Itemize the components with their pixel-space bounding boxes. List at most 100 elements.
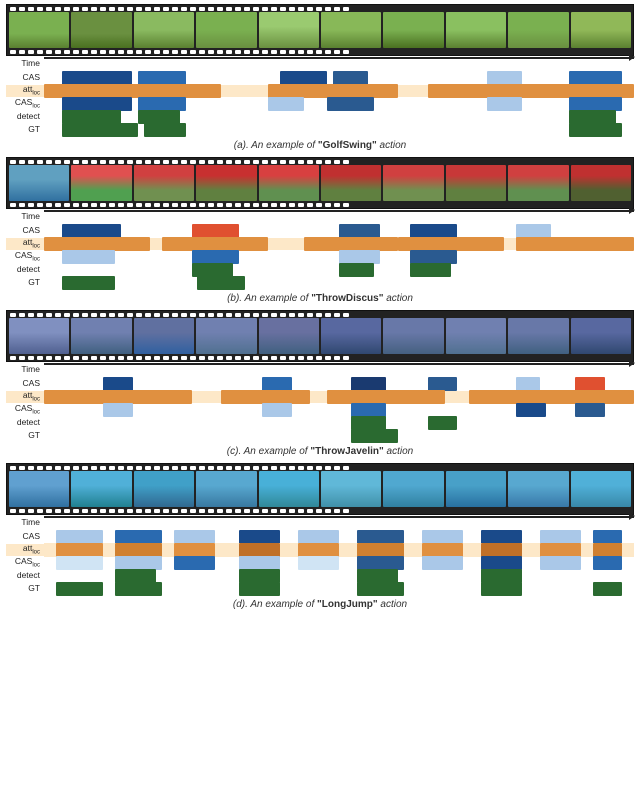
- filmstrip-hole: [244, 313, 250, 317]
- filmstrip-hole: [280, 50, 286, 54]
- filmstrip-frames: [9, 165, 631, 201]
- filmstrip-hole: [289, 313, 295, 317]
- filmstrip-hole: [190, 7, 196, 11]
- heat-segment: [569, 110, 616, 124]
- filmstrip-hole: [10, 7, 16, 11]
- heat-segment: [481, 530, 522, 544]
- filmstrip-hole: [46, 50, 52, 54]
- example-block-golf: Time CAS attloc: [6, 4, 634, 151]
- heat-segment: [339, 224, 380, 238]
- timeline-bar-container: [44, 98, 634, 110]
- filmstrip-hole: [118, 160, 124, 164]
- filmstrip-hole: [208, 313, 214, 317]
- filmstrip-hole: [226, 203, 232, 207]
- filmstrip-hole: [91, 313, 97, 317]
- heat-segment: [298, 530, 339, 544]
- filmstrip-hole: [19, 50, 25, 54]
- filmstrip-hole: [280, 7, 286, 11]
- filmstrip-hole: [55, 466, 61, 470]
- filmstrip-hole: [244, 50, 250, 54]
- film-frame: [508, 165, 568, 201]
- heat-segment: [351, 429, 398, 443]
- film-frame: [9, 12, 69, 48]
- row-label: Time: [6, 59, 44, 68]
- filmstrip-hole: [244, 356, 250, 360]
- filmstrip-hole: [145, 7, 151, 11]
- filmstrip-hole: [307, 509, 313, 513]
- heat-row: [44, 123, 634, 137]
- filmstrip-hole: [28, 313, 34, 317]
- filmstrip-hole: [334, 7, 340, 11]
- filmstrip-hole: [289, 356, 295, 360]
- heat-segment: [575, 377, 605, 391]
- heat-segment: [62, 110, 121, 124]
- filmstrip-hole: [298, 313, 304, 317]
- filmstrip-holes-bottom: [7, 508, 633, 513]
- filmstrip-hole: [28, 509, 34, 513]
- filmstrip-hole: [271, 356, 277, 360]
- filmstrip-hole: [226, 356, 232, 360]
- row-label: detect: [6, 418, 44, 427]
- example-caption: (b). An example of "ThrowDiscus" action: [6, 293, 634, 304]
- film-frame: [321, 471, 381, 507]
- filmstrip-hole: [46, 356, 52, 360]
- heat-segment: [56, 543, 103, 557]
- row-label: CASloc: [6, 404, 44, 416]
- filmstrip-hole: [199, 356, 205, 360]
- filmstrip-hole: [271, 313, 277, 317]
- film-frame: [321, 318, 381, 354]
- filmstrip-hole: [64, 356, 70, 360]
- filmstrip-hole: [181, 356, 187, 360]
- film-frame: [134, 12, 194, 48]
- filmstrip-hole: [10, 466, 16, 470]
- filmstrip-hole: [127, 203, 133, 207]
- heat-segment: [357, 543, 404, 557]
- film-frame: [9, 318, 69, 354]
- heat-segment: [115, 582, 162, 596]
- time-arrow: [44, 363, 634, 365]
- filmstrip-hole: [271, 7, 277, 11]
- filmstrip-hole: [100, 356, 106, 360]
- filmstrip-hole: [190, 509, 196, 513]
- filmstrip-hole: [28, 356, 34, 360]
- filmstrip-hole: [244, 7, 250, 11]
- heat-segment: [481, 569, 522, 583]
- time-arrow: [44, 57, 634, 59]
- timeline-row: GT: [6, 430, 634, 442]
- row-label: CAS: [6, 226, 44, 235]
- heat-segment: [268, 84, 398, 98]
- heat-segment: [569, 123, 622, 137]
- filmstrip-hole: [163, 356, 169, 360]
- heat-segment: [44, 84, 221, 98]
- filmstrip-hole: [109, 356, 115, 360]
- filmstrip-hole: [163, 50, 169, 54]
- heat-segment: [280, 71, 327, 85]
- filmstrip: [6, 463, 634, 515]
- filmstrip-hole: [217, 160, 223, 164]
- filmstrip-hole: [82, 466, 88, 470]
- heat-segment: [428, 84, 635, 98]
- row-label: Time: [6, 365, 44, 374]
- filmstrip-hole: [136, 160, 142, 164]
- filmstrip-hole: [190, 466, 196, 470]
- filmstrip-hole: [145, 466, 151, 470]
- filmstrip-hole: [244, 203, 250, 207]
- heat-segment: [174, 543, 215, 557]
- heat-segment: [516, 237, 634, 251]
- heat-segment: [410, 224, 457, 238]
- row-label: attloc: [6, 391, 44, 403]
- heat-segment: [62, 224, 121, 238]
- filmstrip-hole: [109, 466, 115, 470]
- filmstrip-hole: [55, 313, 61, 317]
- filmstrip-hole: [226, 466, 232, 470]
- heat-segment: [398, 237, 504, 251]
- filmstrip-hole: [136, 466, 142, 470]
- timeline-bar-container: [44, 111, 634, 123]
- filmstrip-hole: [118, 509, 124, 513]
- filmstrip-holes-top: [7, 312, 633, 317]
- filmstrip-hole: [289, 160, 295, 164]
- filmstrip-holes-top: [7, 465, 633, 470]
- filmstrip-hole: [154, 509, 160, 513]
- filmstrip-hole: [325, 203, 331, 207]
- timeline-row: attloc: [6, 391, 634, 403]
